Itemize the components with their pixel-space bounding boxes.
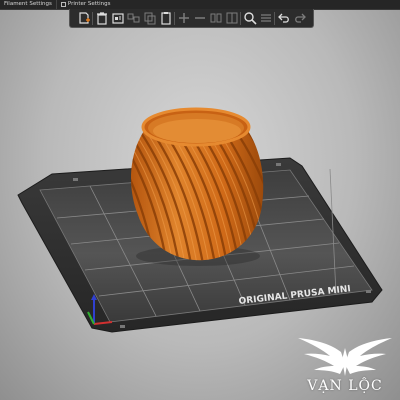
delete-button[interactable] bbox=[94, 11, 109, 26]
layers-editing-icon bbox=[260, 14, 271, 22]
split-parts-button[interactable] bbox=[224, 11, 239, 26]
arrange-button[interactable] bbox=[126, 11, 141, 26]
printer-icon bbox=[60, 2, 66, 7]
plater-toolbar bbox=[69, 9, 314, 28]
delete-all-button[interactable] bbox=[110, 11, 125, 26]
undo-icon bbox=[277, 13, 289, 23]
split-parts-icon bbox=[226, 12, 237, 24]
split-objects-button[interactable] bbox=[208, 11, 223, 26]
toolbar-separator bbox=[174, 11, 175, 25]
remove-instance-icon bbox=[194, 17, 205, 19]
add-button[interactable] bbox=[76, 11, 91, 26]
add-instance-icon bbox=[178, 13, 189, 23]
watermark-text: VẠN LỘC bbox=[307, 378, 383, 394]
copy-button[interactable] bbox=[142, 11, 157, 26]
tab-printer-settings[interactable]: Printer Settings bbox=[55, 0, 115, 9]
tab-printer-settings-label: Printer Settings bbox=[67, 1, 111, 7]
undo-button[interactable] bbox=[276, 11, 291, 26]
delete-all-icon bbox=[111, 13, 124, 24]
remove-instance-button[interactable] bbox=[192, 11, 207, 26]
add-icon bbox=[78, 12, 90, 24]
toolbar-separator bbox=[274, 11, 275, 25]
copy-icon bbox=[144, 12, 155, 25]
search-button[interactable] bbox=[242, 11, 257, 26]
wings-logo-icon bbox=[298, 338, 392, 376]
search-icon bbox=[243, 12, 257, 25]
paste-button[interactable] bbox=[158, 11, 173, 26]
toolbar-separator bbox=[92, 11, 93, 25]
paste-icon bbox=[160, 12, 171, 25]
delete-icon bbox=[96, 12, 107, 25]
arrange-icon bbox=[127, 13, 139, 23]
tab-filament-settings[interactable]: Filament Settings bbox=[0, 0, 56, 9]
split-objects-icon bbox=[210, 13, 221, 23]
redo-icon bbox=[294, 13, 306, 23]
toolbar-separator bbox=[240, 11, 241, 25]
watermark: VẠN LỘC bbox=[290, 330, 400, 400]
add-instance-button[interactable] bbox=[176, 11, 191, 26]
layers-editing-button[interactable] bbox=[258, 11, 273, 26]
redo-button[interactable] bbox=[292, 11, 307, 26]
tab-filament-settings-label: Filament Settings bbox=[4, 1, 52, 7]
